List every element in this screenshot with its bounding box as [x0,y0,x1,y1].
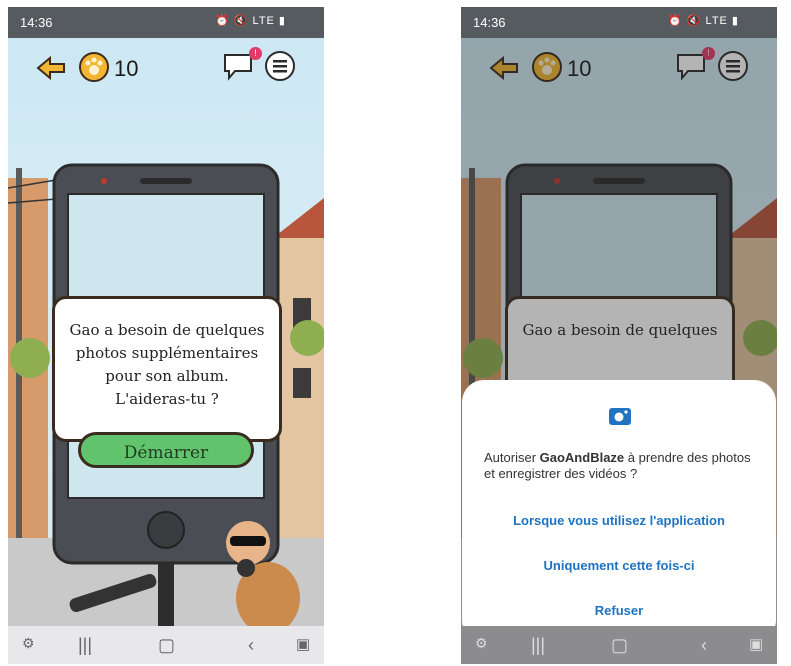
game-dialog: Gao a besoin de quelques photos suppléme… [52,296,282,442]
assistant-icon[interactable]: ⚙ [22,635,35,652]
dialog-line: Gao a besoin de quelques [69,321,265,339]
chat-button[interactable]: ! [222,47,262,87]
game-scene: 10 ! Gao a besoin de quelques Autoriser … [461,38,777,626]
phone-screen-right: 14:36 ⏰ 🔇 LTE ▮ 10 ! Gao a besoin de que… [461,7,777,664]
menu-button[interactable] [264,50,296,87]
back-nav-icon[interactable]: ‹ [248,635,254,656]
phone-screen-left: 14:36 ⏰ 🔇 LTE ▮ 10 ! Gao a besoin de que… [8,7,324,664]
status-icons: ⏰ 🔇 LTE ▮ [215,15,286,27]
assistant-icon[interactable]: ⚙ [475,635,488,652]
dialog-line: L'aideras-tu ? [115,390,219,408]
allow-once-button[interactable]: Uniquement cette fois-ci [462,558,776,573]
system-nav-bar: ⚙ ||| ▢ ‹ ▣ [8,626,324,664]
dialog-line: photos supplémentaires [75,344,259,362]
recent-apps-icon[interactable]: ||| [531,635,545,656]
dialog-line: pour son album. [105,367,229,385]
recent-apps-icon[interactable]: ||| [78,635,92,656]
status-bar: 14:36 ⏰ 🔇 LTE ▮ [8,7,324,38]
status-bar: 14:36 ⏰ 🔇 LTE ▮ [461,7,777,38]
screenshot-icon[interactable]: ▣ [749,635,763,653]
game-scene: 10 ! Gao a besoin de quelques photos sup… [8,38,324,626]
paw-coin-icon [79,52,109,82]
back-arrow-icon [36,55,65,81]
permission-message: Autoriser GaoAndBlaze à prendre des phot… [484,450,751,481]
camera-icon [609,408,631,425]
status-icons: ⏰ 🔇 LTE ▮ [668,15,739,27]
menu-list-icon [265,51,295,81]
deny-button[interactable]: Refuser [462,603,776,618]
home-icon[interactable]: ▢ [611,635,628,656]
permission-dialog: Autoriser GaoAndBlaze à prendre des phot… [462,380,776,626]
start-button[interactable]: Démarrer [78,432,254,468]
home-icon[interactable]: ▢ [158,635,175,656]
app-name: GaoAndBlaze [539,450,625,465]
status-time: 14:36 [473,15,506,30]
screenshot-icon[interactable]: ▣ [296,635,310,653]
back-nav-icon[interactable]: ‹ [701,635,707,656]
system-nav-bar: ⚙ ||| ▢ ‹ ▣ [461,626,777,664]
paw-count: 10 [114,56,139,81]
allow-while-using-button[interactable]: Lorsque vous utilisez l'application [462,513,776,528]
status-time: 14:36 [20,15,53,30]
back-button[interactable] [36,55,66,85]
notification-badge: ! [249,47,262,60]
paw-coin [78,51,110,88]
